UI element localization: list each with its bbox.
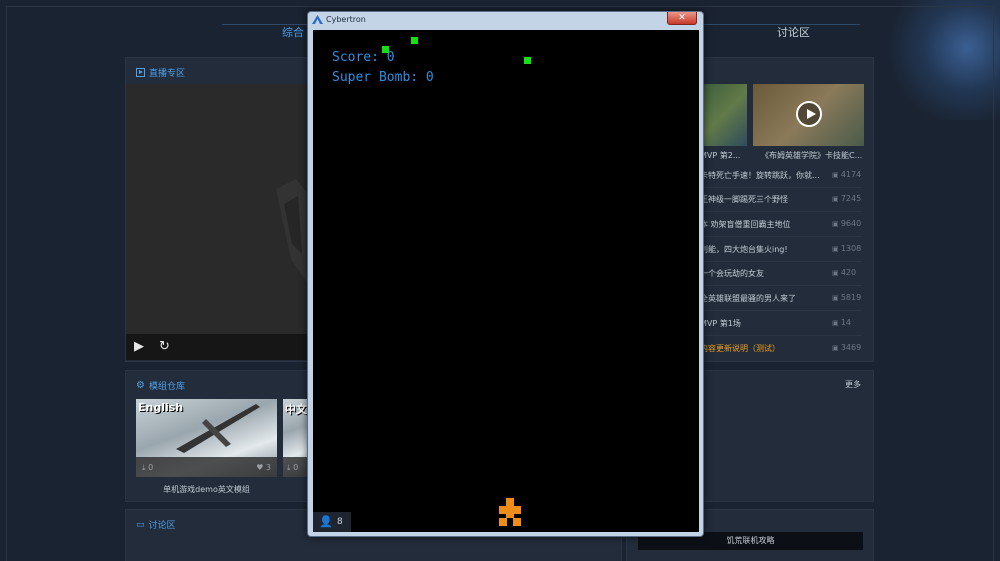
game-window: Cybertron ✕ Score: 0 Super Bomb: 0 👤 8 (307, 11, 704, 537)
view-count: 5819 (832, 293, 861, 302)
nav-underline-right (700, 24, 860, 25)
list-item[interactable]: MVP 第1场14 (700, 312, 862, 336)
more-link[interactable]: 更多 (845, 379, 861, 390)
video-caption-1[interactable]: MVP 第2... (700, 150, 740, 161)
download-count: ⤓ 0 (287, 463, 299, 472)
video-watermark-logo (276, 179, 308, 284)
refresh-icon[interactable]: ↻ (159, 339, 170, 354)
view-count: 1308 (832, 244, 861, 253)
mod-thumb-stats: ⤓ 0 ♥ 3 (136, 457, 277, 477)
mod-caption[interactable]: 单机游戏demo英文模组 (136, 484, 277, 495)
close-button[interactable]: ✕ (667, 12, 697, 25)
live-video-player[interactable] (126, 84, 308, 334)
list-item[interactable]: 内容更新说明（测试）3469 (700, 337, 862, 361)
window-title: Cybertron (326, 15, 366, 24)
nav-tab-forum[interactable]: 讨论区 (777, 24, 810, 40)
live-icon (136, 68, 145, 77)
view-count: 9640 (832, 219, 861, 228)
enemy-ship (382, 46, 389, 53)
view-count: 14 (832, 318, 851, 327)
play-icon[interactable]: ▶ (134, 339, 144, 354)
enemy-ship (524, 57, 531, 64)
mod-badge: 中文 (285, 403, 307, 416)
mod-badge: English (138, 401, 184, 414)
list-item[interactable]: 卡特死亡手速！旋转跳跃，你就...4174 (700, 164, 862, 188)
player-ship (499, 498, 521, 526)
list-item[interactable]: 一个会玩劫的女友420 (700, 262, 862, 286)
forum-panel-title: ▭ 讨论区 (136, 518, 176, 532)
view-count: 7245 (832, 194, 861, 203)
player-icon: 👤 (319, 515, 333, 528)
list-item[interactable]: 本 劝架盲僧重回霸主地位9640 (700, 213, 862, 237)
list-item[interactable]: 利能，四大炮台集火ing!1308 (700, 238, 862, 262)
enemy-ship (411, 37, 418, 44)
video-caption-2[interactable]: 《布姆英雄学院》卡技能C... (761, 150, 862, 161)
game-canvas[interactable]: Score: 0 Super Bomb: 0 👤 8 (313, 30, 699, 532)
list-item[interactable]: 全英雄联盟最骚的男人来了5819 (700, 287, 862, 311)
video-controls: ▶ ↻ (126, 334, 308, 360)
play-circle-icon[interactable] (796, 101, 822, 127)
mod-thumb-english[interactable]: English ⤓ 0 ♥ 3 (136, 399, 277, 477)
like-count: ♥ 3 (256, 463, 271, 472)
lives-counter: 👤 8 (313, 512, 351, 532)
view-count: 4174 (832, 170, 861, 179)
view-count: 420 (832, 268, 856, 277)
live-panel-title: 直播专区 (136, 66, 185, 79)
super-bomb-label: Super Bomb: 0 (332, 70, 434, 85)
app-logo-icon (312, 15, 323, 24)
live-title-text: 直播专区 (149, 69, 186, 79)
mod-title-text: 模组仓库 (148, 382, 185, 392)
guide-title: 饥荒联机攻略 (726, 536, 775, 545)
mod-panel-title: ⚙ 模组仓库 (136, 379, 185, 392)
puzzle-icon: ⚙ (136, 380, 145, 391)
nav-tab-general[interactable]: 综合 (282, 24, 304, 40)
view-count: 3469 (832, 343, 861, 352)
video-thumb-2[interactable] (753, 84, 864, 146)
download-count: ⤓ 0 (142, 463, 154, 472)
chat-icon: ▭ (136, 519, 145, 530)
video-thumb-1[interactable] (700, 84, 747, 146)
window-titlebar[interactable]: Cybertron ✕ (308, 12, 703, 30)
forum-title-text: 讨论区 (148, 521, 176, 531)
mod-thumb-chinese[interactable]: 中文 ⤓ 0 (283, 399, 307, 477)
list-item[interactable]: 王神级一脚踢死三个野怪7245 (700, 188, 862, 212)
lives-count: 8 (337, 517, 343, 527)
mod-thumb-stats: ⤓ 0 (283, 457, 307, 477)
